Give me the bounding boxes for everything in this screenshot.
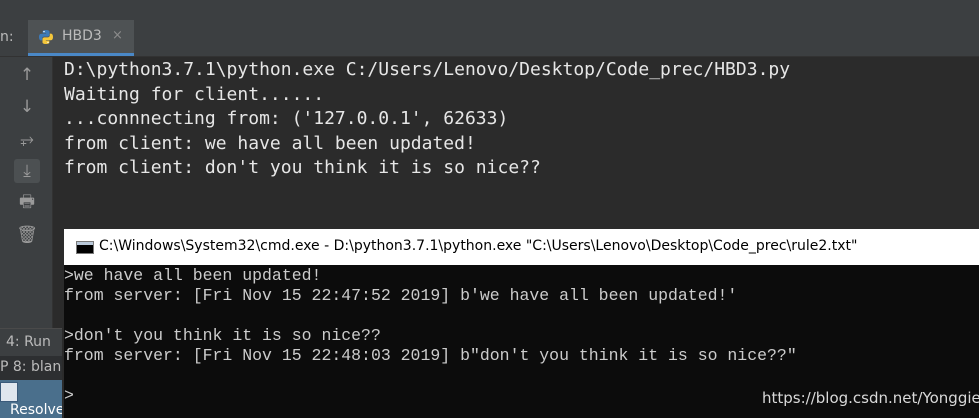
cmd-line bbox=[64, 366, 797, 386]
cmd-line: from server: [Fri Nov 15 22:47:52 2019] … bbox=[64, 286, 738, 305]
cmd-line: from server: [Fri Nov 15 22:48:03 2019] … bbox=[64, 346, 797, 365]
python-icon bbox=[39, 30, 53, 44]
cmd-line bbox=[64, 306, 797, 326]
cmd-line: >we have all been updated! bbox=[64, 266, 322, 285]
run-tool-label: 4: Run bbox=[6, 334, 51, 350]
blank-tool-button[interactable]: P 8: blank bbox=[0, 356, 62, 380]
cmd-title: C:\Windows\System32\cmd.exe - D:\python3… bbox=[99, 238, 858, 254]
tab-title: HBD3 bbox=[62, 28, 102, 44]
run-tool-button[interactable]: 4: Run bbox=[0, 328, 62, 357]
tab-hbd3[interactable]: HBD3 × bbox=[28, 20, 134, 56]
ide-top-strip bbox=[0, 0, 979, 20]
cmd-prompt[interactable]: > bbox=[64, 386, 797, 406]
console-line: from client: don't you think it is so ni… bbox=[64, 157, 541, 178]
print-icon[interactable]: 🖶 bbox=[14, 191, 40, 215]
console-line: ...connnecting from: ('127.0.0.1', 62633… bbox=[64, 108, 509, 129]
cmd-title-bar[interactable]: C:\Windows\System32\cmd.exe - D:\python3… bbox=[64, 229, 979, 265]
watermark: https://blog.csdn.net/Yonggie bbox=[762, 389, 979, 407]
run-label: n: bbox=[0, 29, 14, 45]
trash-icon[interactable]: 🗑 bbox=[14, 223, 40, 247]
arrow-down-icon[interactable]: ↓ bbox=[14, 95, 40, 119]
desktop-shortcut-label: Resolve bbox=[10, 402, 62, 418]
run-console-output: D:\python3.7.1\python.exe C:/Users/Lenov… bbox=[64, 58, 790, 181]
blank-tool-label: P 8: blank bbox=[0, 359, 62, 375]
close-icon[interactable]: × bbox=[112, 28, 123, 43]
scroll-to-end-icon[interactable]: ⤓ bbox=[14, 159, 40, 183]
console-line: Waiting for client...... bbox=[64, 83, 325, 105]
cmd-line: >don't you think it is so nice?? bbox=[64, 326, 381, 345]
console-line: from client: we have all been updated! bbox=[64, 132, 476, 154]
console-window-icon bbox=[76, 241, 94, 254]
console-line: D:\python3.7.1\python.exe C:/Users/Lenov… bbox=[64, 59, 791, 80]
soft-wrap-icon[interactable]: ⥅ bbox=[14, 127, 40, 151]
run-tab-bar: n: HBD3 × bbox=[0, 20, 979, 57]
cmd-output: >we have all been updated! from server: [… bbox=[64, 266, 797, 406]
desktop-shortcut[interactable]: Resolve bbox=[0, 380, 62, 418]
arrow-up-icon[interactable]: ↑ bbox=[14, 63, 40, 87]
shortcut-icon bbox=[0, 382, 18, 402]
